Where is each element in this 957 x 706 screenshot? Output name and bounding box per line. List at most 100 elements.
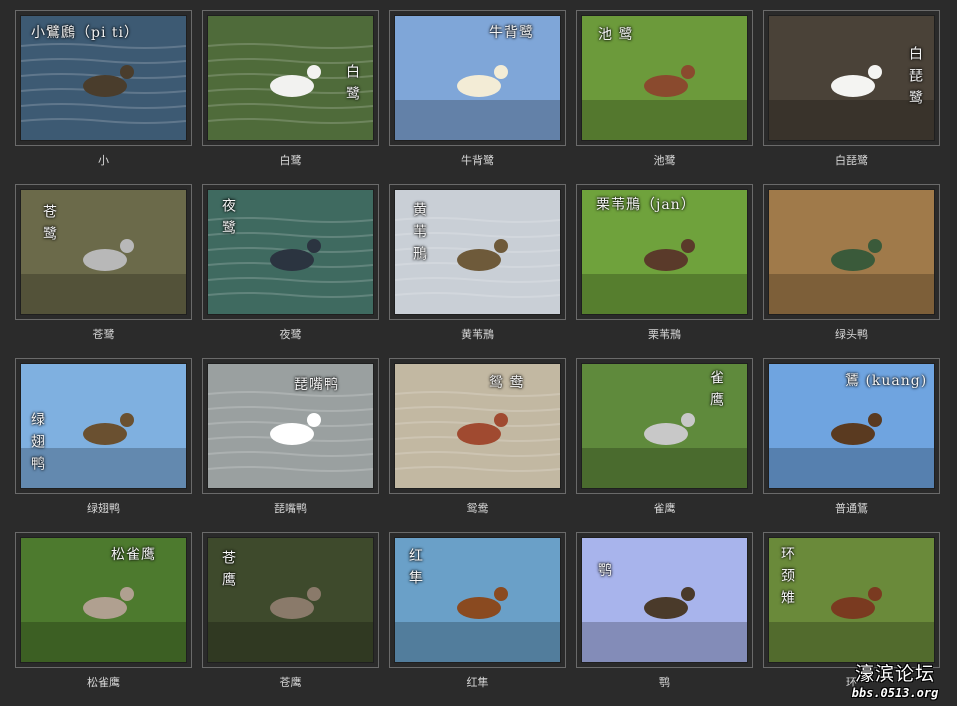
bird-caption[interactable]: 白琵鹭 (763, 152, 940, 168)
bird-caption[interactable]: 松雀鹰 (15, 674, 192, 690)
thumbnail-frame[interactable]: 环颈雉 (763, 532, 940, 668)
bird-photo[interactable] (769, 190, 934, 314)
bird-photo-art (395, 364, 560, 488)
thumbnail-frame[interactable]: 牛背鹭 (389, 10, 566, 146)
bird-photo[interactable]: 白琵鹭 (769, 16, 934, 140)
bird-caption[interactable]: 琵嘴鸭 (202, 500, 379, 516)
bird-caption[interactable]: 牛背鹭 (389, 152, 566, 168)
bird-icon (83, 597, 127, 619)
photo-overlay-label: 红隼 (407, 548, 423, 592)
bird-caption[interactable]: 小 (15, 152, 192, 168)
bird-icon (270, 75, 314, 97)
bird-caption[interactable]: 红隼 (389, 674, 566, 690)
bird-icon (644, 249, 688, 271)
bird-photo[interactable]: 夜鹭 (208, 190, 373, 314)
photo-overlay-label: 池 鹭 (598, 27, 634, 43)
bird-photo-art (582, 538, 747, 662)
bird-icon (83, 249, 127, 271)
thumbnail-frame[interactable]: 鹗 (576, 532, 753, 668)
bird-photo[interactable]: 雀鹰 (582, 364, 747, 488)
thumbnail-frame[interactable]: 栗苇鳽（jan） (576, 184, 753, 320)
photo-overlay-label: 苍鹭 (41, 204, 57, 248)
thumbnail-frame[interactable]: 雀鹰 (576, 358, 753, 494)
thumbnail-frame[interactable]: 绿翅鸭 (15, 358, 192, 494)
photo-overlay-label: 雀鹰 (708, 370, 724, 414)
photo-overlay-label: 松雀鹰 (111, 547, 156, 563)
bird-caption[interactable]: 雀鹰 (576, 500, 753, 516)
bird-photo[interactable]: 栗苇鳽（jan） (582, 190, 747, 314)
photo-overlay-label: 鵟 (kuang) (845, 373, 928, 389)
bird-caption[interactable]: 苍鹰 (202, 674, 379, 690)
bird-photo[interactable]: 苍鹭 (21, 190, 186, 314)
bird-photo-art (769, 190, 934, 314)
bird-photo[interactable]: 池 鹭 (582, 16, 747, 140)
bird-caption[interactable]: 池鹭 (576, 152, 753, 168)
bird-caption[interactable]: 鹗 (576, 674, 753, 690)
bird-caption[interactable]: 黄苇鳽 (389, 326, 566, 342)
photo-overlay-label: 苍鹰 (220, 550, 236, 594)
bird-caption[interactable]: 绿头鸭 (763, 326, 940, 342)
thumbnail-frame[interactable]: 鸳 鸯 (389, 358, 566, 494)
photo-overlay-label: 绿翅鸭 (29, 412, 45, 478)
bird-photo[interactable]: 鹗 (582, 538, 747, 662)
photo-overlay-label: 栗苇鳽（jan） (596, 197, 696, 213)
bird-photo[interactable]: 鵟 (kuang) (769, 364, 934, 488)
bird-photo-art (21, 538, 186, 662)
photo-overlay-label: 夜鹭 (220, 198, 236, 242)
bird-photo[interactable]: 环颈雉 (769, 538, 934, 662)
thumbnail-frame[interactable]: 白鹭 (202, 10, 379, 146)
thumbnail-frame[interactable]: 黄苇鳽 (389, 184, 566, 320)
bird-icon (831, 75, 875, 97)
bird-icon (457, 597, 501, 619)
bird-photo[interactable]: 红隼 (395, 538, 560, 662)
bird-photo[interactable]: 松雀鹰 (21, 538, 186, 662)
thumbnail-frame[interactable]: 小鷿鷉（pi ti） (15, 10, 192, 146)
bird-icon (270, 249, 314, 271)
bird-caption[interactable]: 夜鹭 (202, 326, 379, 342)
thumbnail-frame[interactable]: 池 鹭 (576, 10, 753, 146)
photo-overlay-label: 鹗 (598, 563, 613, 579)
thumbnail-frame[interactable]: 松雀鹰 (15, 532, 192, 668)
thumbnail-frame[interactable]: 白琵鹭 (763, 10, 940, 146)
thumbnail-frame[interactable]: 苍鹰 (202, 532, 379, 668)
bird-icon (270, 423, 314, 445)
bird-photo[interactable]: 黄苇鳽 (395, 190, 560, 314)
bird-icon (831, 597, 875, 619)
bird-caption[interactable]: 普通鵟 (763, 500, 940, 516)
bird-photo[interactable]: 牛背鹭 (395, 16, 560, 140)
photo-overlay-label: 琵嘴鸭 (294, 377, 339, 393)
bird-photo-art (395, 16, 560, 140)
watermark-url: bbs.0513.org (851, 686, 939, 700)
bird-photo[interactable]: 绿翅鸭 (21, 364, 186, 488)
bird-icon (644, 423, 688, 445)
bird-caption[interactable]: 白鹭 (202, 152, 379, 168)
thumbnail-frame[interactable] (763, 184, 940, 320)
bird-gallery: 小鷿鷉（pi ti）小白鹭 白鹭 牛背鹭 牛背鹭池 鹭池鹭 白琵鹭 白琵鹭 苍鹭 苍鹭 夜鹭 夜鹭… (0, 0, 957, 706)
thumbnail-frame[interactable]: 红隼 (389, 532, 566, 668)
photo-overlay-label: 白鹭 (344, 64, 360, 108)
bird-icon (644, 597, 688, 619)
thumbnail-frame[interactable]: 苍鹭 (15, 184, 192, 320)
bird-caption[interactable]: 苍鹭 (15, 326, 192, 342)
photo-overlay-label: 小鷿鷉（pi ti） (31, 25, 139, 41)
bird-icon (457, 75, 501, 97)
bird-icon (457, 249, 501, 271)
bird-icon (457, 423, 501, 445)
photo-overlay-label: 牛背鹭 (489, 25, 534, 41)
bird-caption[interactable]: 绿翅鸭 (15, 500, 192, 516)
thumbnail-frame[interactable]: 鵟 (kuang) (763, 358, 940, 494)
photo-overlay-label: 鸳 鸯 (489, 375, 525, 391)
bird-caption[interactable]: 鸳鸯 (389, 500, 566, 516)
bird-photo[interactable]: 苍鹰 (208, 538, 373, 662)
thumbnail-frame[interactable]: 夜鹭 (202, 184, 379, 320)
bird-icon (270, 597, 314, 619)
bird-photo[interactable]: 小鷿鷉（pi ti） (21, 16, 186, 140)
bird-icon (831, 249, 875, 271)
bird-photo[interactable]: 琵嘴鸭 (208, 364, 373, 488)
forum-watermark: 濠滨论坛 bbs.0513.org (843, 659, 947, 700)
bird-photo[interactable]: 白鹭 (208, 16, 373, 140)
bird-icon (83, 423, 127, 445)
thumbnail-frame[interactable]: 琵嘴鸭 (202, 358, 379, 494)
bird-caption[interactable]: 栗苇鳽 (576, 326, 753, 342)
bird-photo[interactable]: 鸳 鸯 (395, 364, 560, 488)
